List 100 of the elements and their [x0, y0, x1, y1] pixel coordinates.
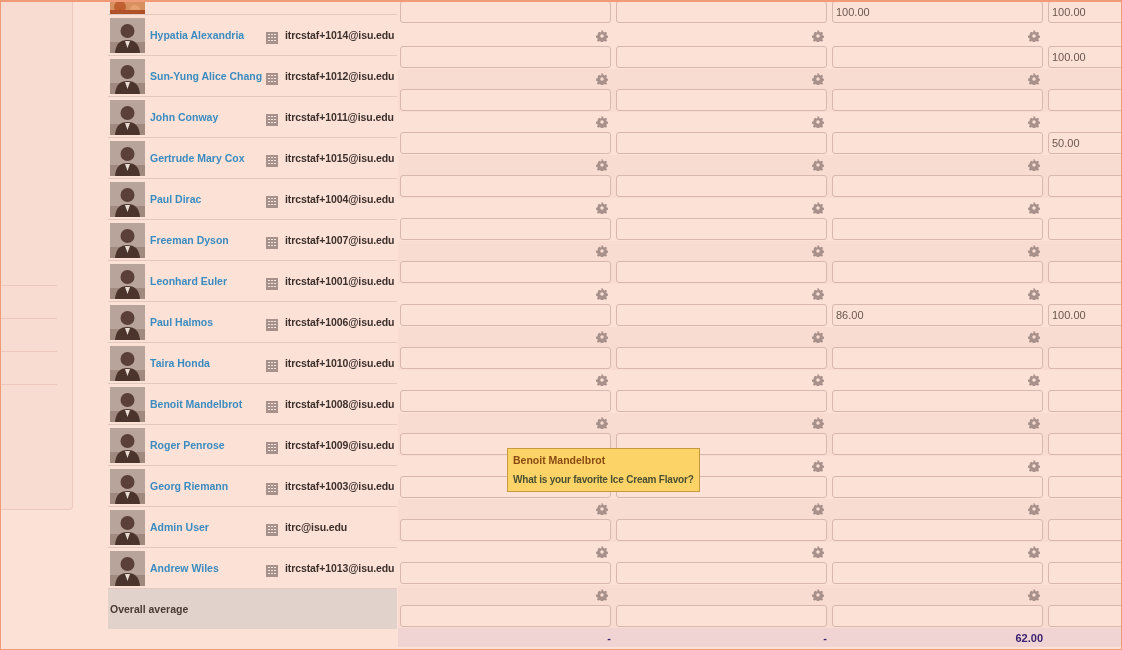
grade-field[interactable] [400, 605, 611, 627]
grade-field[interactable] [616, 519, 827, 541]
settings-icon[interactable] [1028, 116, 1040, 128]
settings-icon[interactable] [596, 417, 608, 429]
grade-field[interactable] [400, 347, 611, 369]
settings-icon[interactable] [1028, 331, 1040, 343]
grade-field[interactable] [616, 390, 827, 412]
settings-icon[interactable] [596, 503, 608, 515]
student-name-link[interactable]: John Conway [150, 111, 266, 123]
grade-field[interactable] [616, 46, 827, 68]
grade-field[interactable] [400, 218, 611, 240]
settings-icon[interactable] [812, 546, 824, 558]
student-name-link[interactable]: Admin User [150, 521, 266, 533]
settings-icon[interactable] [812, 331, 824, 343]
grade-field[interactable] [400, 132, 611, 154]
settings-icon[interactable] [812, 288, 824, 300]
student-name-link[interactable]: Benoit Mandelbrot [150, 398, 266, 410]
grade-field[interactable]: 50.00 [1048, 132, 1121, 154]
student-name-link[interactable]: Sun-Yung Alice Chang [150, 70, 266, 82]
student-name-link[interactable]: Taira Honda [150, 357, 266, 369]
grade-field[interactable] [400, 390, 611, 412]
student-name-link[interactable]: Leonhard Euler [150, 275, 266, 287]
grade-field[interactable] [616, 605, 827, 627]
settings-icon[interactable] [812, 73, 824, 85]
grid-icon[interactable] [266, 524, 278, 536]
grade-field[interactable] [832, 562, 1043, 584]
settings-icon[interactable] [812, 589, 824, 601]
grid-icon[interactable] [266, 483, 278, 495]
grid-icon[interactable] [266, 32, 278, 44]
grade-field[interactable] [832, 519, 1043, 541]
grade-field[interactable] [400, 46, 611, 68]
settings-icon[interactable] [1028, 460, 1040, 472]
grade-field[interactable]: 100.00 [832, 2, 1043, 23]
grade-field[interactable] [616, 89, 827, 111]
settings-icon[interactable] [1028, 288, 1040, 300]
grade-field[interactable] [616, 304, 827, 326]
student-name-link[interactable]: Andrew Wiles [150, 562, 266, 574]
grade-field[interactable]: 86.00 [832, 304, 1043, 326]
grade-field[interactable]: 100.00 [1048, 304, 1121, 326]
grade-field[interactable] [616, 175, 827, 197]
grade-field[interactable] [400, 261, 611, 283]
settings-icon[interactable] [1028, 73, 1040, 85]
settings-icon[interactable] [596, 288, 608, 300]
settings-icon[interactable] [1028, 417, 1040, 429]
settings-icon[interactable] [812, 460, 824, 472]
grade-field[interactable] [400, 562, 611, 584]
settings-icon[interactable] [596, 159, 608, 171]
grid-icon[interactable] [266, 319, 278, 331]
grid-icon[interactable] [266, 114, 278, 126]
grade-field[interactable] [400, 89, 611, 111]
grade-field[interactable] [832, 89, 1043, 111]
grid-icon[interactable] [266, 155, 278, 167]
settings-icon[interactable] [812, 116, 824, 128]
grade-field[interactable]: 100.00 [1048, 46, 1121, 68]
settings-icon[interactable] [1028, 202, 1040, 214]
grade-field[interactable] [616, 132, 827, 154]
grade-field[interactable] [616, 2, 827, 23]
settings-icon[interactable] [1028, 503, 1040, 515]
student-name-link[interactable]: Gertrude Mary Cox [150, 152, 266, 164]
settings-icon[interactable] [596, 202, 608, 214]
grade-field[interactable] [832, 261, 1043, 283]
settings-icon[interactable] [812, 503, 824, 515]
settings-icon[interactable] [1028, 374, 1040, 386]
settings-icon[interactable] [812, 245, 824, 257]
settings-icon[interactable] [1028, 546, 1040, 558]
settings-icon[interactable] [1028, 30, 1040, 42]
settings-icon[interactable] [596, 116, 608, 128]
settings-icon[interactable] [596, 546, 608, 558]
grade-field[interactable] [832, 433, 1043, 455]
settings-icon[interactable] [596, 30, 608, 42]
student-name-link[interactable]: Paul Dirac [150, 193, 266, 205]
grade-field[interactable] [832, 605, 1043, 627]
grade-field[interactable] [832, 476, 1043, 498]
student-name-link[interactable]: Paul Halmos [150, 316, 266, 328]
student-name-link[interactable]: Hypatia Alexandria [150, 29, 266, 41]
student-name-link[interactable]: Georg Riemann [150, 480, 266, 492]
grade-field[interactable] [832, 347, 1043, 369]
grid-icon[interactable] [266, 401, 278, 413]
settings-icon[interactable] [1028, 245, 1040, 257]
grade-field[interactable] [400, 519, 611, 541]
grade-field[interactable] [616, 218, 827, 240]
student-name-link[interactable]: Freeman Dyson [150, 234, 266, 246]
grade-field[interactable] [832, 175, 1043, 197]
grid-icon[interactable] [266, 73, 278, 85]
grade-field[interactable] [400, 2, 611, 23]
grid-icon[interactable] [266, 278, 278, 290]
grade-field[interactable] [832, 218, 1043, 240]
grid-icon[interactable] [266, 196, 278, 208]
settings-icon[interactable] [812, 30, 824, 42]
grade-field[interactable] [832, 390, 1043, 412]
settings-icon[interactable] [812, 202, 824, 214]
grid-icon[interactable] [266, 360, 278, 372]
settings-icon[interactable] [812, 159, 824, 171]
grade-field[interactable] [616, 562, 827, 584]
settings-icon[interactable] [596, 245, 608, 257]
grade-field[interactable] [400, 175, 611, 197]
settings-icon[interactable] [596, 331, 608, 343]
grade-field[interactable] [616, 347, 827, 369]
grade-field[interactable] [400, 304, 611, 326]
student-name-link[interactable]: Roger Penrose [150, 439, 266, 451]
